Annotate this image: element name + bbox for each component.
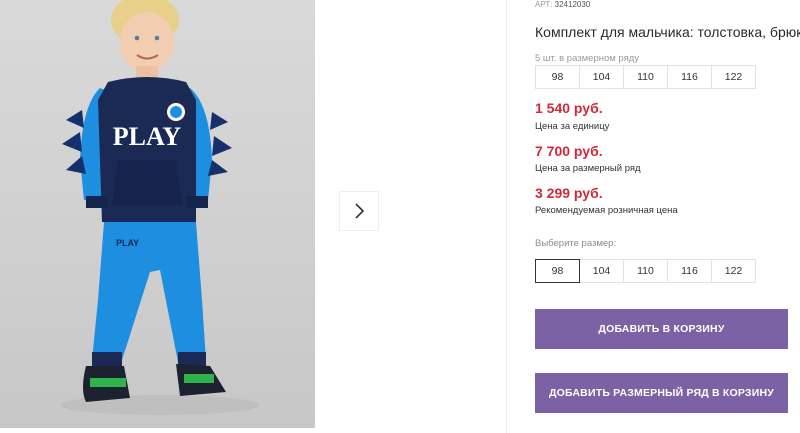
chevron-right-icon — [355, 203, 365, 219]
size-row-note: 5 шт. в размерном ряду — [535, 53, 640, 64]
product-photo: PLAY PLAY — [0, 0, 315, 428]
size-row-cell: 104 — [579, 65, 624, 89]
unit-price: 1 540 руб. — [535, 100, 603, 116]
sweatshirt-print: PLAY — [113, 122, 182, 151]
row-price: 7 700 руб. — [535, 143, 603, 159]
rrp-price-label: Рекомендуемая розничная цена — [535, 205, 678, 216]
size-row-table: 98 104 110 116 122 — [535, 65, 756, 89]
panel-divider — [506, 0, 507, 433]
row-price-label: Цена за размерный ряд — [535, 163, 641, 174]
size-option-116[interactable]: 116 — [667, 259, 712, 283]
size-row-cell: 116 — [667, 65, 712, 89]
svg-text:PLAY: PLAY — [116, 238, 139, 248]
size-selector: 98 104 110 116 122 — [535, 259, 756, 283]
product-title: Комплект для мальчика: толстовка, брюки — [535, 24, 800, 40]
add-to-cart-button[interactable]: ДОБАВИТЬ В КОРЗИНУ — [535, 309, 788, 349]
article-value: 32412030 — [554, 0, 591, 9]
size-option-122[interactable]: 122 — [711, 259, 756, 283]
add-size-row-to-cart-button[interactable]: ДОБАВИТЬ РАЗМЕРНЫЙ РЯД В КОРЗИНУ — [535, 373, 788, 413]
article-number: АРТ: 32412030 — [535, 0, 590, 9]
size-option-104[interactable]: 104 — [579, 259, 624, 283]
size-row-cell: 98 — [535, 65, 580, 89]
gallery-next-button[interactable] — [340, 192, 378, 230]
unit-price-label: Цена за единицу — [535, 121, 610, 132]
size-row-cell: 110 — [623, 65, 668, 89]
size-option-98[interactable]: 98 — [535, 259, 580, 283]
article-label: АРТ: — [535, 0, 553, 9]
rrp-price: 3 299 руб. — [535, 185, 603, 201]
size-row-cell: 122 — [711, 65, 756, 89]
size-select-label: Выберите размер: — [535, 238, 617, 249]
product-illustration: PLAY PLAY — [60, 0, 260, 415]
size-option-110[interactable]: 110 — [623, 259, 668, 283]
